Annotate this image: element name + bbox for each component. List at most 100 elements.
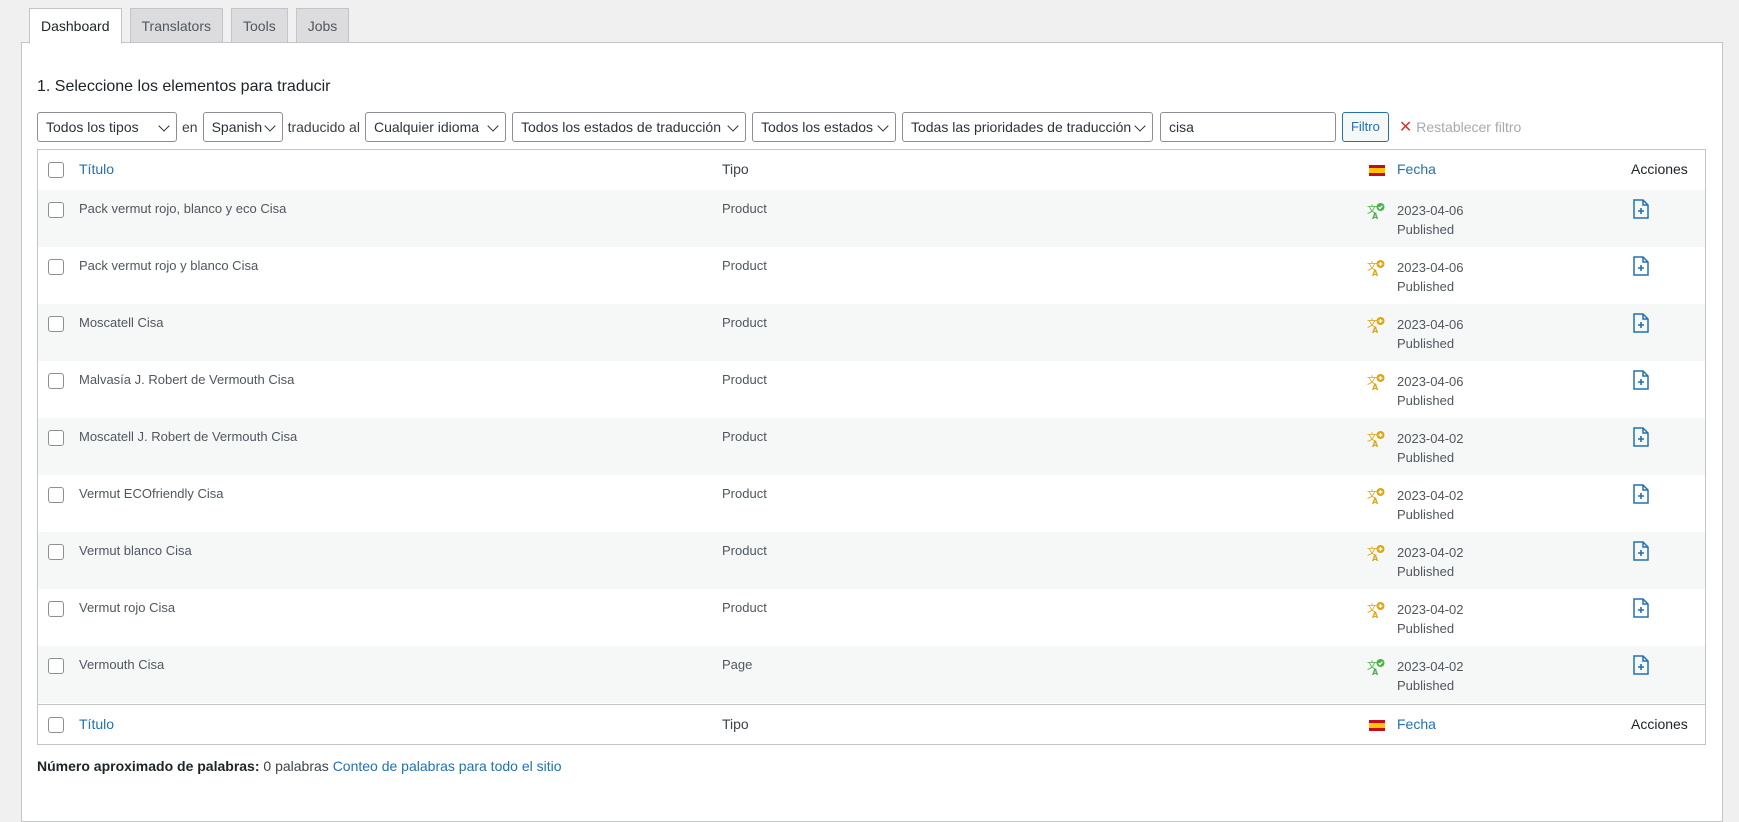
translation-needed-icon[interactable]: 文A [1367,259,1385,277]
target-language-select[interactable]: Cualquier idioma [364,111,506,142]
translation-needed-icon[interactable]: 文A [1367,373,1385,391]
table-row: Moscatell Cisa Product 文 A 2023-04-06 Publish… [38,304,1705,361]
add-translation-icon[interactable] [1632,484,1650,504]
row-status: Published [1397,621,1455,636]
row-date: 2023-04-02 Published [1397,543,1464,581]
add-translation-icon[interactable] [1632,370,1650,390]
site-word-count-link[interactable]: Conteo de palabras para todo el sitio [333,758,562,774]
type-select[interactable]: Todos los tipos [37,111,177,142]
row-checkbox[interactable] [48,658,64,674]
add-translation-icon[interactable] [1632,598,1650,618]
select-all-checkbox[interactable] [48,717,64,733]
row-status: Published [1397,336,1455,351]
row-type: Product [722,600,767,615]
add-translation-icon[interactable] [1632,199,1650,219]
tab-jobs[interactable]: Jobs [295,8,350,42]
row-checkbox[interactable] [48,202,64,218]
svg-text:A: A [1372,554,1379,562]
row-checkbox[interactable] [48,316,64,332]
row-title: Vermouth Cisa [79,657,165,672]
translation-complete-icon[interactable]: 文A [1367,202,1385,220]
row-date: 2023-04-06 Published [1397,315,1464,353]
row-date: 2023-04-02 Published [1397,657,1464,695]
section-title: 1. Seleccione los elementos para traduci… [37,78,331,95]
date-column-header[interactable]: Fecha [1397,716,1436,732]
row-checkbox[interactable] [48,487,64,503]
row-date-value: 2023-04-06 [1397,260,1464,275]
type-column-header: Tipo [722,716,749,732]
add-translation-icon[interactable] [1632,541,1650,561]
table-row: Moscatell J. Robert de Vermouth Cisa Prod… [38,418,1705,475]
reset-filter-link[interactable]: ✕ Restablecer filtro [1399,117,1521,137]
search-input[interactable] [1159,111,1336,142]
svg-text:A: A [1372,212,1379,220]
table-row: Vermut blanco Cisa Product 文 A 2023-04-02 Pub… [38,532,1705,589]
en-label: en [182,118,198,135]
tab-dashboard[interactable]: Dashboard [29,8,122,44]
add-translation-icon[interactable] [1632,427,1650,447]
table-row: Vermouth Cisa Page 文 A 2023-04-02 Published [38,646,1705,703]
tab-translators[interactable]: Translators [129,8,224,42]
translation-needed-icon[interactable]: 文A [1367,601,1385,619]
row-checkbox[interactable] [48,601,64,617]
row-checkbox[interactable] [48,430,64,446]
translation-needed-icon[interactable]: 文A [1367,487,1385,505]
word-count-label: Número aproximado de palabras: [37,758,260,774]
items-table: Título Tipo Fecha Acciones Pack vermut r… [37,149,1706,745]
row-date-value: 2023-04-06 [1397,317,1464,332]
row-checkbox[interactable] [48,544,64,560]
row-status: Published [1397,450,1455,465]
row-title: Moscatell J. Robert de Vermouth Cisa [79,429,298,444]
word-count-value: 0 palabras [263,758,329,774]
row-date-value: 2023-04-06 [1397,374,1464,389]
translation-complete-icon[interactable]: 文A [1367,658,1385,676]
row-checkbox[interactable] [48,259,64,275]
add-translation-icon[interactable] [1632,655,1650,675]
type-select-value: Todos los tipos [46,118,139,135]
row-status: Published [1397,279,1455,294]
row-status: Published [1397,564,1455,579]
translation-status-select[interactable]: Todos los estados de traducción [511,111,746,142]
chevron-down-icon [877,119,889,132]
priority-select[interactable]: Todas las prioridades de traducción [901,111,1153,142]
actions-column-header: Acciones [1631,161,1688,177]
row-date: 2023-04-06 Published [1397,201,1464,239]
row-status: Published [1397,222,1455,237]
add-translation-icon[interactable] [1632,256,1650,276]
title-column-header[interactable]: Título [79,161,114,177]
row-date: 2023-04-06 Published [1397,258,1464,296]
row-title: Moscatell Cisa [79,315,164,330]
post-status-select[interactable]: Todos los estados [751,111,896,142]
table-row: Pack vermut rojo, blanco y eco Cisa Produ… [38,190,1705,247]
filter-button[interactable]: Filtro [1341,111,1389,142]
svg-text:A: A [1372,668,1379,676]
svg-text:A: A [1372,497,1379,505]
select-all-checkbox[interactable] [48,162,64,178]
actions-column-header: Acciones [1631,716,1688,732]
priority-value: Todas las prioridades de traducción [910,118,1132,135]
row-date-value: 2023-04-02 [1397,488,1464,503]
date-column-header[interactable]: Fecha [1397,161,1436,177]
row-type: Product [722,429,767,444]
row-checkbox[interactable] [48,373,64,389]
tab-tools[interactable]: Tools [231,8,288,42]
row-type: Product [722,543,767,558]
row-date-value: 2023-04-06 [1397,203,1464,218]
post-status-value: Todos los estados [760,118,874,135]
row-type: Product [722,315,767,330]
word-count: Número aproximado de palabras: 0 palabra… [37,758,562,774]
translation-needed-icon[interactable]: 文A [1367,544,1385,562]
row-type: Product [722,201,767,216]
chevron-down-icon [1134,119,1146,132]
title-column-header[interactable]: Título [79,716,114,732]
table-footer: Título Tipo Fecha Acciones [38,704,1705,745]
spanish-flag-icon [1369,165,1385,176]
row-type: Page [722,657,753,672]
translation-needed-icon[interactable]: 文A [1367,316,1385,334]
translation-needed-icon[interactable]: 文A [1367,430,1385,448]
add-translation-icon[interactable] [1632,313,1650,333]
row-title: Pack vermut rojo, blanco y eco Cisa [79,201,287,216]
reset-filter-label: Restablecer filtro [1416,118,1522,135]
row-title: Pack vermut rojo y blanco Cisa [79,258,259,273]
source-language-select[interactable]: Spanish [202,111,283,142]
